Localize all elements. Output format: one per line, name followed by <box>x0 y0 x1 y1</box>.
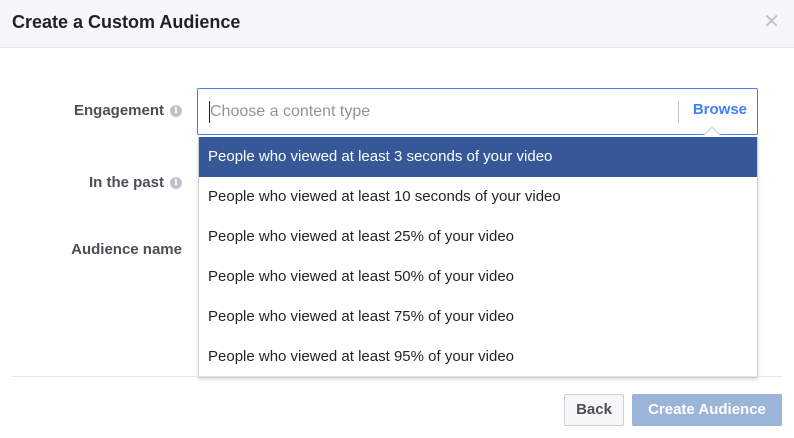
dropdown-option[interactable]: People who viewed at least 25% of your v… <box>199 217 757 257</box>
audience-name-label: Audience name <box>71 241 182 258</box>
engagement-label: Engagement <box>73 102 164 119</box>
dialog-title: Create a Custom Audience <box>12 12 241 32</box>
dropdown-option[interactable]: People who viewed at least 10 seconds of… <box>199 177 757 217</box>
engagement-label-row: Engagement i <box>74 102 182 119</box>
dropdown-option[interactable]: People who viewed at least 3 seconds of … <box>199 137 757 177</box>
content-type-input[interactable] <box>210 101 670 123</box>
close-icon[interactable]: ✕ <box>763 12 780 32</box>
create-audience-button[interactable]: Create Audience <box>632 394 782 426</box>
content-type-combobox[interactable]: Browse <box>197 88 758 144</box>
info-icon[interactable]: i <box>170 176 182 189</box>
combo-divider <box>678 101 679 123</box>
back-button[interactable]: Back <box>564 394 624 426</box>
dropdown-option[interactable]: People who viewed at least 50% of your v… <box>199 257 757 297</box>
content-type-dropdown: People who viewed at least 3 seconds of … <box>198 137 758 378</box>
past-label-row: In the past i <box>89 174 182 191</box>
footer-divider <box>12 376 782 377</box>
dropdown-option[interactable]: People who viewed at least 95% of your v… <box>199 337 757 377</box>
past-label: In the past <box>88 174 164 191</box>
dialog-header: Create a Custom Audience ✕ <box>0 0 794 48</box>
audience-name-label-row: Audience name <box>71 241 182 258</box>
dropdown-option[interactable]: People who viewed at least 75% of your v… <box>199 297 757 337</box>
info-icon[interactable]: i <box>170 104 182 117</box>
browse-button[interactable]: Browse <box>693 101 747 118</box>
